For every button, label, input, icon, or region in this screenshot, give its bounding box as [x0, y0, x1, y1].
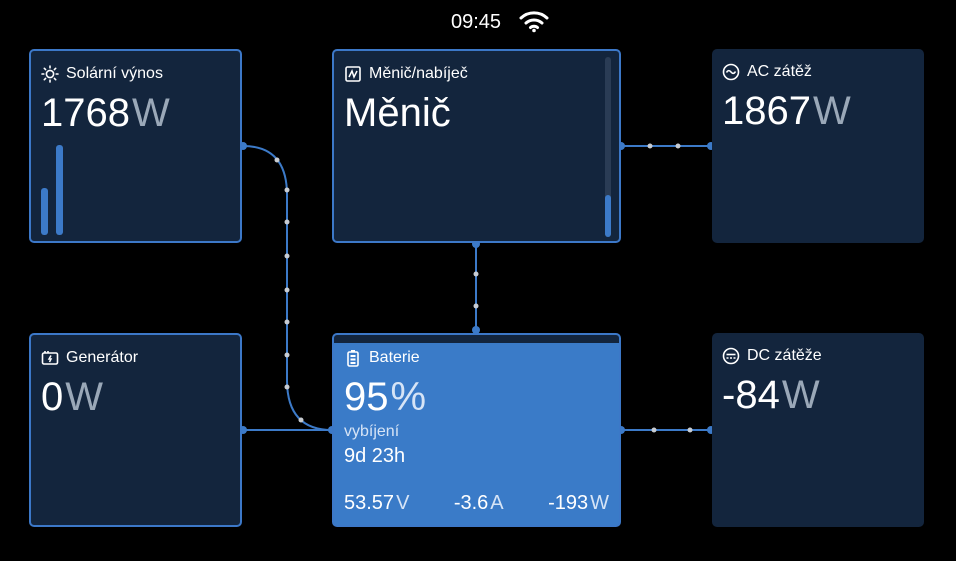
generator-header: Generátor	[41, 349, 138, 367]
battery-time-to-go: 9d 23h	[344, 445, 406, 467]
solar-bar-1	[41, 188, 48, 235]
inverter-icon	[345, 66, 361, 82]
sun-icon	[41, 65, 59, 83]
generator-tile[interactable]: Generátor 0W	[29, 333, 242, 527]
solar-bar-2	[56, 145, 63, 235]
inverter-title: Měnič/nabíječ	[369, 65, 468, 82]
dc-loads-title: DC zátěže	[747, 347, 822, 364]
battery-state: vybíjení	[344, 423, 400, 440]
dc-loads-tile[interactable]: DC zátěže -84W	[712, 333, 924, 527]
inverter-header: Měnič/nabíječ	[344, 65, 468, 83]
inverter-scrollbar-thumb[interactable]	[605, 195, 611, 237]
ac-icon	[722, 63, 740, 81]
dc-icon	[722, 347, 740, 365]
battery-soc: 95%	[344, 375, 427, 419]
battery-header: Baterie	[344, 349, 420, 367]
battery-strip	[334, 335, 619, 343]
battery-power: -193 W	[548, 492, 609, 514]
ac-loads-title: AC zátěž	[747, 63, 812, 80]
generator-title: Generátor	[66, 349, 139, 366]
generator-icon	[41, 351, 59, 365]
battery-title: Baterie	[369, 349, 420, 366]
inverter-charger-tile[interactable]: Měnič/nabíječ Měnič	[332, 49, 621, 243]
battery-voltage: 53.57 V	[344, 492, 410, 514]
inverter-mode: Měnič	[344, 91, 451, 135]
ac-loads-header: AC zátěž	[722, 63, 812, 81]
battery-current: -3.6 A	[453, 492, 504, 514]
inverter-scrollbar[interactable]	[605, 57, 611, 237]
solar-header: Solární výnos	[41, 65, 163, 83]
battery-tile[interactable]: Baterie 95% vybíjení 9d 23h 53.57 V -3.6 A…	[332, 333, 621, 527]
dc-loads-value: -84W	[722, 373, 820, 417]
battery-readings: 53.57 V -3.6 A -193 W	[344, 492, 609, 515]
ac-loads-value: 1867W	[722, 89, 851, 133]
battery-icon	[347, 350, 359, 367]
solar-power-value: 1768W	[41, 91, 170, 135]
solar-yield-tile[interactable]: Solární výnos 1768W	[29, 49, 242, 243]
solar-title: Solární výnos	[66, 65, 163, 82]
generator-value: 0W	[41, 375, 104, 419]
ac-loads-tile[interactable]: AC zátěž 1867W	[712, 49, 924, 243]
dc-loads-header: DC zátěže	[722, 347, 822, 365]
